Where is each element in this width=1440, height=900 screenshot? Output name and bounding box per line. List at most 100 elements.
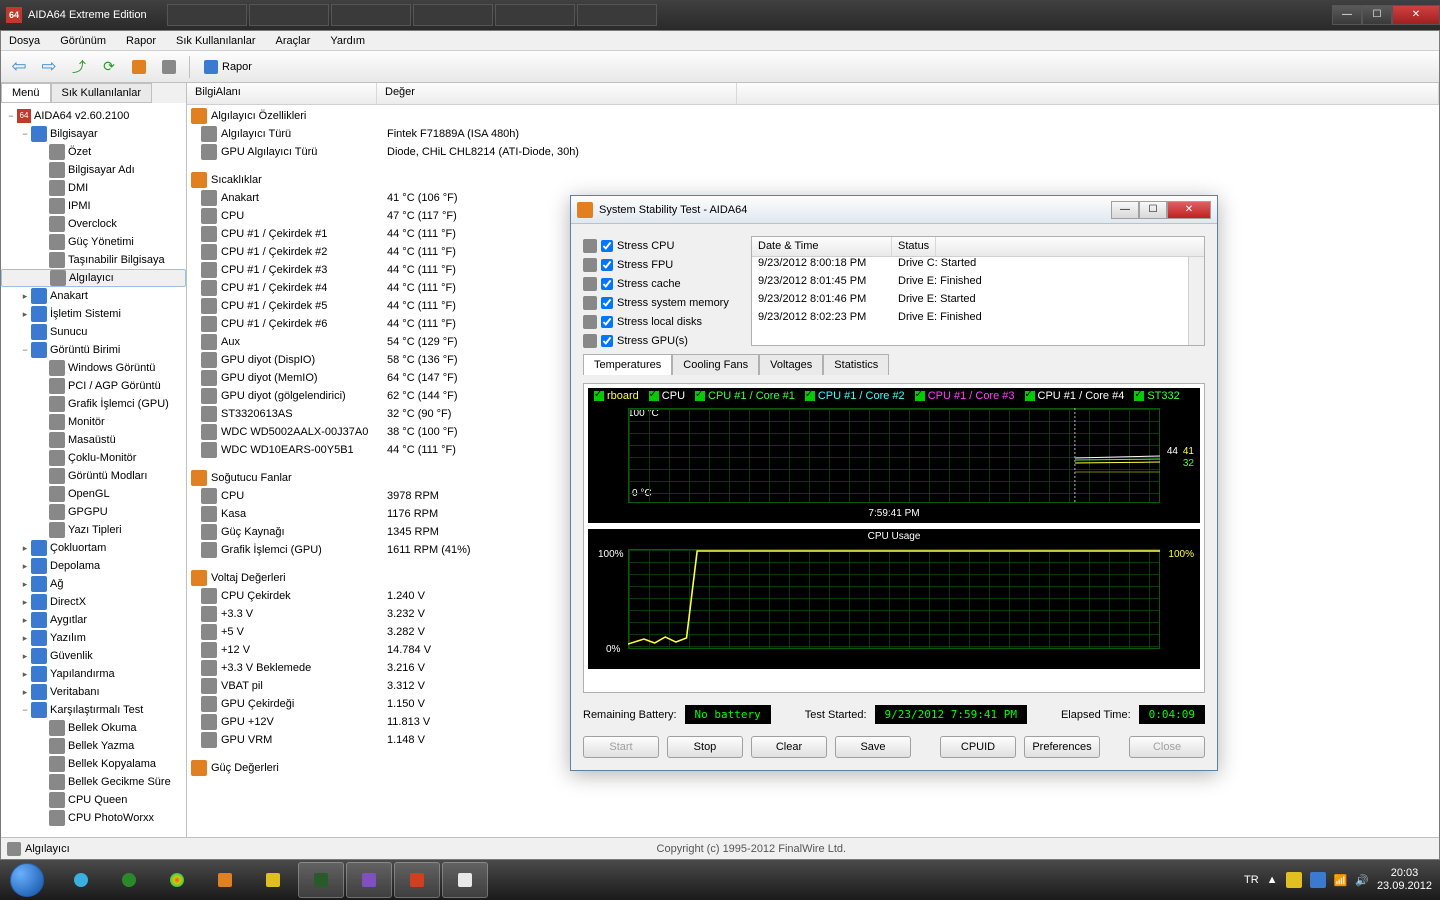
- stress-checkbox[interactable]: Stress CPU: [583, 236, 743, 255]
- menu-item[interactable]: Sık Kullanılanlar: [172, 33, 260, 49]
- legend-item[interactable]: CPU #1 / Core #4: [1025, 390, 1125, 402]
- tree-item[interactable]: ▸Veritabanı: [1, 683, 186, 701]
- col-key[interactable]: BilgiAlanı: [187, 83, 377, 104]
- taskbar-item[interactable]: [250, 862, 296, 898]
- tree-item[interactable]: −Görüntü Birimi: [1, 341, 186, 359]
- stress-checkbox[interactable]: Stress system memory: [583, 293, 743, 312]
- forward-button[interactable]: ⇨: [37, 55, 61, 79]
- tree-item[interactable]: Windows Görüntü: [1, 359, 186, 377]
- tree-item[interactable]: ▸Depolama: [1, 557, 186, 575]
- tree-item[interactable]: Overclock: [1, 215, 186, 233]
- back-button[interactable]: ⇦: [7, 55, 31, 79]
- tree-item[interactable]: −Karşılaştırmalı Test: [1, 701, 186, 719]
- tab-menu[interactable]: Menü: [1, 83, 51, 103]
- taskbar-item[interactable]: [202, 862, 248, 898]
- dialog-minimize-button[interactable]: —: [1111, 201, 1139, 219]
- start-button[interactable]: Start: [583, 736, 659, 758]
- browser-tab[interactable]: [249, 4, 329, 26]
- tree-item[interactable]: Özet: [1, 143, 186, 161]
- save-button[interactable]: Save: [835, 736, 911, 758]
- menu-item[interactable]: Araçlar: [272, 33, 315, 49]
- dialog-maximize-button[interactable]: ☐: [1139, 201, 1167, 219]
- up-button[interactable]: ⤴: [67, 55, 91, 79]
- taskbar-item[interactable]: [442, 862, 488, 898]
- tab-favorites[interactable]: Sık Kullanılanlar: [51, 83, 153, 103]
- log-col-datetime[interactable]: Date & Time: [752, 237, 892, 256]
- report-button[interactable]: Rapor: [198, 60, 258, 74]
- clock[interactable]: 20:03 23.09.2012: [1377, 867, 1432, 893]
- cpuid-button[interactable]: CPUID: [940, 736, 1016, 758]
- tray-icon[interactable]: [1286, 872, 1302, 888]
- tree-item[interactable]: OpenGL: [1, 485, 186, 503]
- tree-item[interactable]: Görüntü Modları: [1, 467, 186, 485]
- tree-item[interactable]: Grafik İşlemci (GPU): [1, 395, 186, 413]
- menu-item[interactable]: Rapor: [122, 33, 160, 49]
- taskbar-item[interactable]: [106, 862, 152, 898]
- tree-item[interactable]: CPU PhotoWorxx: [1, 809, 186, 827]
- taskbar-item[interactable]: [394, 862, 440, 898]
- close-dialog-button[interactable]: Close: [1129, 736, 1205, 758]
- tree-item[interactable]: ▸Yazılım: [1, 629, 186, 647]
- tray-volume-icon[interactable]: 🔊: [1355, 874, 1369, 887]
- tool-button[interactable]: [157, 55, 181, 79]
- menu-item[interactable]: Yardım: [326, 33, 369, 49]
- taskbar-item[interactable]: [58, 862, 104, 898]
- tree-root[interactable]: −64AIDA64 v2.60.2100: [1, 107, 186, 125]
- refresh-button[interactable]: ⟳: [97, 55, 121, 79]
- browser-tab[interactable]: [495, 4, 575, 26]
- taskbar-item[interactable]: [298, 862, 344, 898]
- maximize-button[interactable]: ☐: [1362, 5, 1392, 25]
- legend-item[interactable]: rboard: [594, 390, 639, 402]
- tree-item[interactable]: ▸Güvenlik: [1, 647, 186, 665]
- tree-item[interactable]: Güç Yönetimi: [1, 233, 186, 251]
- tree-item[interactable]: ▸İşletim Sistemi: [1, 305, 186, 323]
- stress-checkbox[interactable]: Stress FPU: [583, 255, 743, 274]
- legend-item[interactable]: CPU #1 / Core #2: [805, 390, 905, 402]
- tree-item[interactable]: Monitör: [1, 413, 186, 431]
- legend-item[interactable]: CPU #1 / Core #1: [695, 390, 795, 402]
- taskbar-item[interactable]: [346, 862, 392, 898]
- tray-icon[interactable]: ▲: [1267, 874, 1278, 886]
- browser-tab[interactable]: [331, 4, 411, 26]
- tree-item[interactable]: DMI: [1, 179, 186, 197]
- tree-item[interactable]: ▸Çokluortam: [1, 539, 186, 557]
- browser-tab[interactable]: [413, 4, 493, 26]
- tree-item[interactable]: Masaüstü: [1, 431, 186, 449]
- tree-item[interactable]: Sunucu: [1, 323, 186, 341]
- tree-view[interactable]: −64AIDA64 v2.60.2100−BilgisayarÖzetBilgi…: [1, 103, 186, 837]
- tree-item[interactable]: Taşınabilir Bilgisaya: [1, 251, 186, 269]
- tray-network-icon[interactable]: 📶: [1334, 874, 1348, 887]
- stop-button[interactable]: Stop: [667, 736, 743, 758]
- menu-item[interactable]: Dosya: [5, 33, 44, 49]
- legend-item[interactable]: CPU: [649, 390, 685, 402]
- browser-tab[interactable]: [577, 4, 657, 26]
- system-tray[interactable]: TR ▲ 📶 🔊 20:03 23.09.2012: [1236, 867, 1440, 893]
- legend-item[interactable]: CPU #1 / Core #3: [915, 390, 1015, 402]
- tree-item[interactable]: −Bilgisayar: [1, 125, 186, 143]
- tree-item[interactable]: Bellek Yazma: [1, 737, 186, 755]
- log-col-status[interactable]: Status: [892, 237, 936, 256]
- tray-icon[interactable]: [1310, 872, 1326, 888]
- tree-item[interactable]: GPGPU: [1, 503, 186, 521]
- tree-item[interactable]: ▸Anakart: [1, 287, 186, 305]
- chart-tab[interactable]: Voltages: [759, 354, 823, 375]
- tree-item[interactable]: PCI / AGP Görüntü: [1, 377, 186, 395]
- start-button[interactable]: [0, 860, 54, 900]
- tree-item[interactable]: ▸Yapılandırma: [1, 665, 186, 683]
- menu-item[interactable]: Görünüm: [56, 33, 110, 49]
- col-val[interactable]: Değer: [377, 83, 737, 104]
- preferences-button[interactable]: Preferences: [1024, 736, 1100, 758]
- dialog-close-button[interactable]: ✕: [1167, 201, 1211, 219]
- tree-item[interactable]: CPU Queen: [1, 791, 186, 809]
- stress-checkbox[interactable]: Stress local disks: [583, 312, 743, 331]
- browser-tab[interactable]: [167, 4, 247, 26]
- tree-item[interactable]: IPMI: [1, 197, 186, 215]
- stress-checkbox[interactable]: Stress cache: [583, 274, 743, 293]
- close-button[interactable]: ✕: [1392, 5, 1440, 25]
- tree-item[interactable]: ▸DirectX: [1, 593, 186, 611]
- legend-item[interactable]: ST332: [1134, 390, 1179, 402]
- stress-checkbox[interactable]: Stress GPU(s): [583, 331, 743, 350]
- tree-item[interactable]: ▸Ağ: [1, 575, 186, 593]
- chart-tab[interactable]: Statistics: [823, 354, 889, 375]
- scrollbar[interactable]: [1188, 257, 1204, 345]
